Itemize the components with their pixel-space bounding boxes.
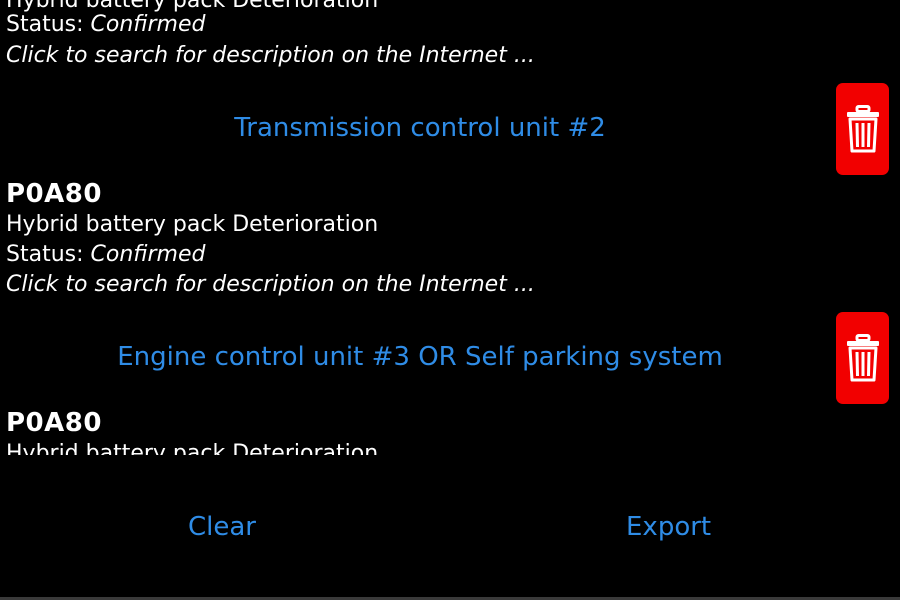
control-unit-header: Engine control unit #3 OR Self parking s…: [117, 342, 723, 372]
status-label: Status:: [6, 242, 91, 267]
status-value: Confirmed: [90, 242, 206, 267]
trash-icon: [846, 105, 879, 153]
trouble-code: P0A80: [6, 179, 102, 209]
trash-icon: [846, 334, 879, 382]
export-button[interactable]: Export: [626, 511, 711, 543]
status-value: Confirmed: [90, 12, 206, 37]
code-status: Status: Confirmed: [6, 10, 205, 40]
bottom-toolbar: Clear Export: [0, 455, 900, 600]
code-description: Hybrid battery pack Deterioration: [6, 441, 379, 455]
trouble-code: P0A80: [6, 408, 102, 438]
search-internet-link[interactable]: Click to search for description on the I…: [6, 41, 535, 71]
trouble-code-list[interactable]: Hybrid battery pack Deterioration Status…: [0, 0, 900, 455]
code-status: Status: Confirmed: [6, 240, 205, 270]
delete-button[interactable]: [836, 312, 889, 404]
delete-button[interactable]: [836, 83, 889, 175]
search-internet-link[interactable]: Click to search for description on the I…: [6, 270, 535, 300]
clear-button[interactable]: Clear: [188, 511, 256, 543]
control-unit-header: Transmission control unit #2: [234, 113, 606, 143]
code-description: Hybrid battery pack Deterioration: [6, 212, 379, 237]
status-label: Status:: [6, 12, 91, 37]
